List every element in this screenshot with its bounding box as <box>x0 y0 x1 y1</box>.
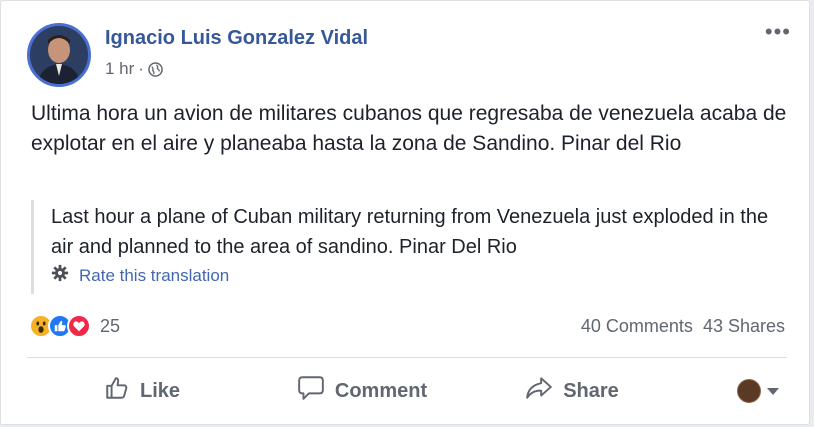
rate-translation-link[interactable]: Rate this translation <box>51 264 791 287</box>
share-button[interactable]: Share <box>467 365 677 417</box>
like-button[interactable]: Like <box>27 365 257 417</box>
reaction-as-selector[interactable] <box>737 379 787 403</box>
comments-count-link[interactable]: 40 Comments <box>581 316 693 337</box>
rate-translation-label[interactable]: Rate this translation <box>79 266 229 286</box>
share-arrow-icon <box>525 376 553 406</box>
post-meta: 1 hr · <box>105 59 163 79</box>
like-label: Like <box>139 379 181 402</box>
meta-separator: · <box>138 59 144 78</box>
comment-label: Comment <box>334 379 428 402</box>
post-time[interactable]: 1 hr <box>105 59 134 79</box>
caret-down-icon <box>767 387 779 395</box>
translation-text: Last hour a plane of Cuban military retu… <box>51 206 769 258</box>
gear-icon <box>51 264 69 287</box>
comment-bubble-icon <box>297 375 325 407</box>
shares-count-link[interactable]: 43 Shares <box>703 316 785 337</box>
post-text: Ultima hora un avion de militares cubano… <box>31 102 787 155</box>
translation-block: Last hour a plane of Cuban military retu… <box>31 200 791 294</box>
author-avatar[interactable] <box>27 23 91 87</box>
author-name[interactable]: Ignacio Luis Gonzalez Vidal <box>105 27 368 50</box>
actions-divider <box>27 357 787 358</box>
love-icon[interactable] <box>67 314 91 338</box>
reactions-summary[interactable]: 25 <box>29 314 120 338</box>
thumbs-up-icon <box>104 375 130 407</box>
post-card: Ignacio Luis Gonzalez Vidal 1 hr · ••• U… <box>0 0 810 425</box>
user-avatar <box>737 379 761 403</box>
action-bar: Like Comment Share <box>27 365 787 417</box>
reaction-count[interactable]: 25 <box>100 316 120 337</box>
globe-icon[interactable] <box>148 61 163 77</box>
post-stats: 40 Comments 43 Shares <box>581 316 785 337</box>
comment-button[interactable]: Comment <box>257 365 467 417</box>
share-label: Share <box>563 379 619 402</box>
more-options-icon[interactable]: ••• <box>765 19 791 45</box>
